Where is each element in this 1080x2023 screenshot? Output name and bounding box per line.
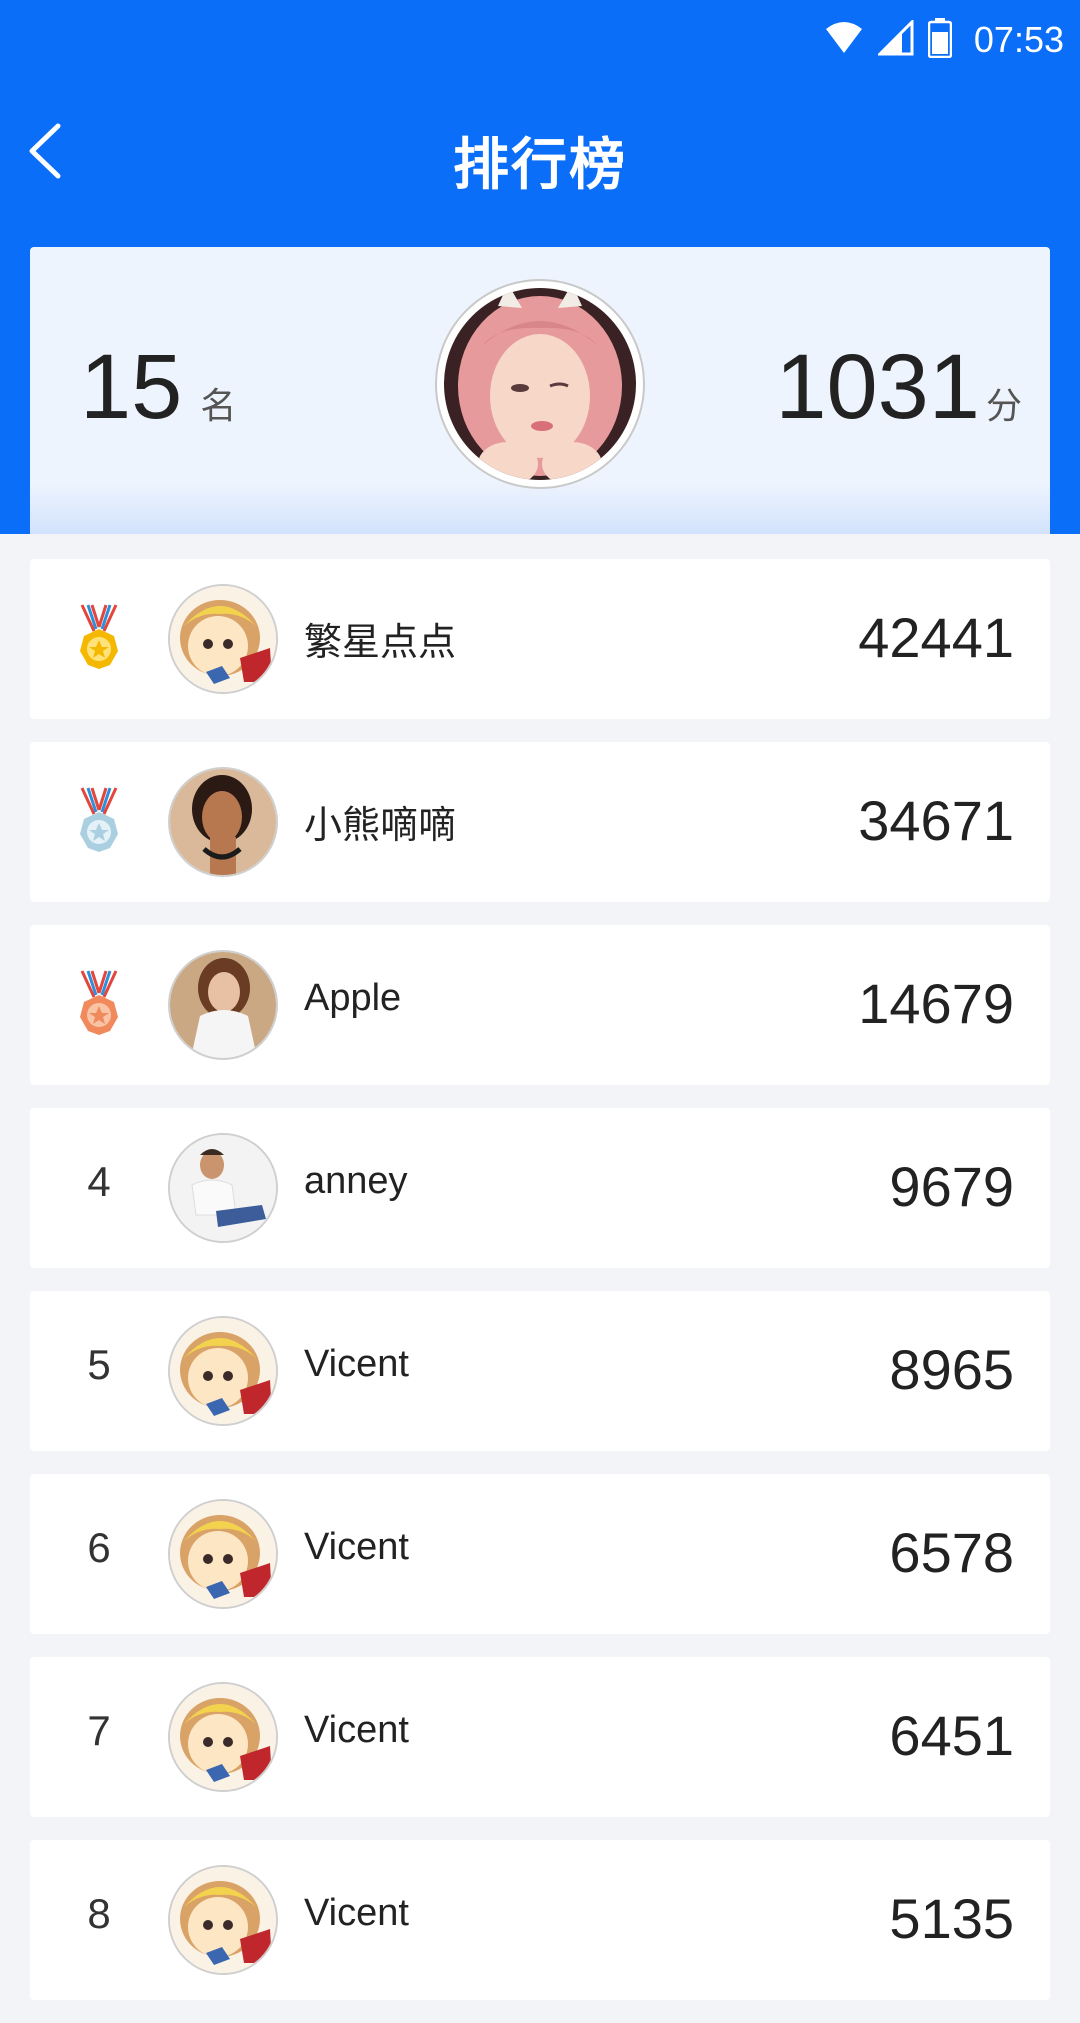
user-name: Vicent <box>304 1892 409 1934</box>
user-score: 14679 <box>858 972 1014 1035</box>
signal-icon <box>876 18 914 60</box>
ranking-row[interactable]: 小熊嘀嘀 34671 <box>30 742 1050 902</box>
status-bar: 07:53 <box>0 0 1080 80</box>
user-score: 5135 <box>889 1887 1014 1950</box>
user-score: 8965 <box>889 1338 1014 1401</box>
my-score-number: 1031 <box>775 336 980 438</box>
avatar-image <box>444 288 636 480</box>
my-rank-card: 15 名 1031 分 <box>30 247 1050 534</box>
user-avatar[interactable] <box>168 1499 278 1609</box>
user-score: 6451 <box>889 1704 1014 1767</box>
user-name: anney <box>304 1160 408 1202</box>
page-title: 排行榜 <box>453 133 627 198</box>
ranking-row[interactable]: 繁星点点 42441 <box>30 559 1050 719</box>
battery-icon <box>927 18 953 62</box>
my-avatar[interactable] <box>435 279 645 489</box>
rank-number: 5 <box>87 1341 111 1388</box>
wifi-icon <box>824 21 864 59</box>
gold-medal-icon <box>70 603 128 675</box>
user-name: Apple <box>304 977 402 1019</box>
bronze-medal-icon <box>70 969 128 1041</box>
user-avatar[interactable] <box>168 950 278 1060</box>
my-rank: 15 名 <box>80 335 236 440</box>
user-name: Vicent <box>304 1343 409 1385</box>
rank-number: 4 <box>87 1158 111 1205</box>
user-name: 小熊嘀嘀 <box>304 805 457 847</box>
status-icons: 07:53 <box>824 18 1064 62</box>
rank-number: 7 <box>87 1707 111 1754</box>
user-score: 9679 <box>889 1155 1014 1218</box>
user-name: Vicent <box>304 1709 409 1751</box>
user-avatar[interactable] <box>168 1865 278 1975</box>
user-avatar[interactable] <box>168 1682 278 1792</box>
user-avatar[interactable] <box>168 584 278 694</box>
user-avatar[interactable] <box>168 767 278 877</box>
my-rank-number: 15 <box>80 336 183 438</box>
ranking-row[interactable]: 6 Vicent 6578 <box>30 1474 1050 1634</box>
ranking-row[interactable]: 5 Vicent 8965 <box>30 1291 1050 1451</box>
user-score: 6578 <box>889 1521 1014 1584</box>
ranking-list: 繁星点点 42441 小熊嘀嘀 34671 Apple 14679 4 anney 9679 5 V… <box>30 559 1050 2023</box>
ranking-row[interactable]: 4 anney 9679 <box>30 1108 1050 1268</box>
app-header: 排行榜 15 名 1031 分 <box>0 80 1080 534</box>
my-score: 1031 分 <box>775 335 1022 440</box>
my-rank-unit: 名 <box>200 386 237 427</box>
user-avatar[interactable] <box>168 1133 278 1243</box>
ranking-row[interactable]: 8 Vicent 5135 <box>30 1840 1050 2000</box>
silver-medal-icon <box>70 786 128 858</box>
ranking-row[interactable]: 7 Vicent 6451 <box>30 1657 1050 1817</box>
rank-number: 8 <box>87 1890 111 1937</box>
user-score: 42441 <box>858 606 1014 669</box>
ranking-row[interactable]: Apple 14679 <box>30 925 1050 1085</box>
user-name: 繁星点点 <box>304 622 457 664</box>
rank-number: 6 <box>87 1524 111 1571</box>
user-name: Vicent <box>304 1526 409 1568</box>
status-time: 07:53 <box>973 19 1064 60</box>
user-avatar[interactable] <box>168 1316 278 1426</box>
user-score: 34671 <box>858 789 1014 852</box>
my-score-unit: 分 <box>985 386 1022 427</box>
